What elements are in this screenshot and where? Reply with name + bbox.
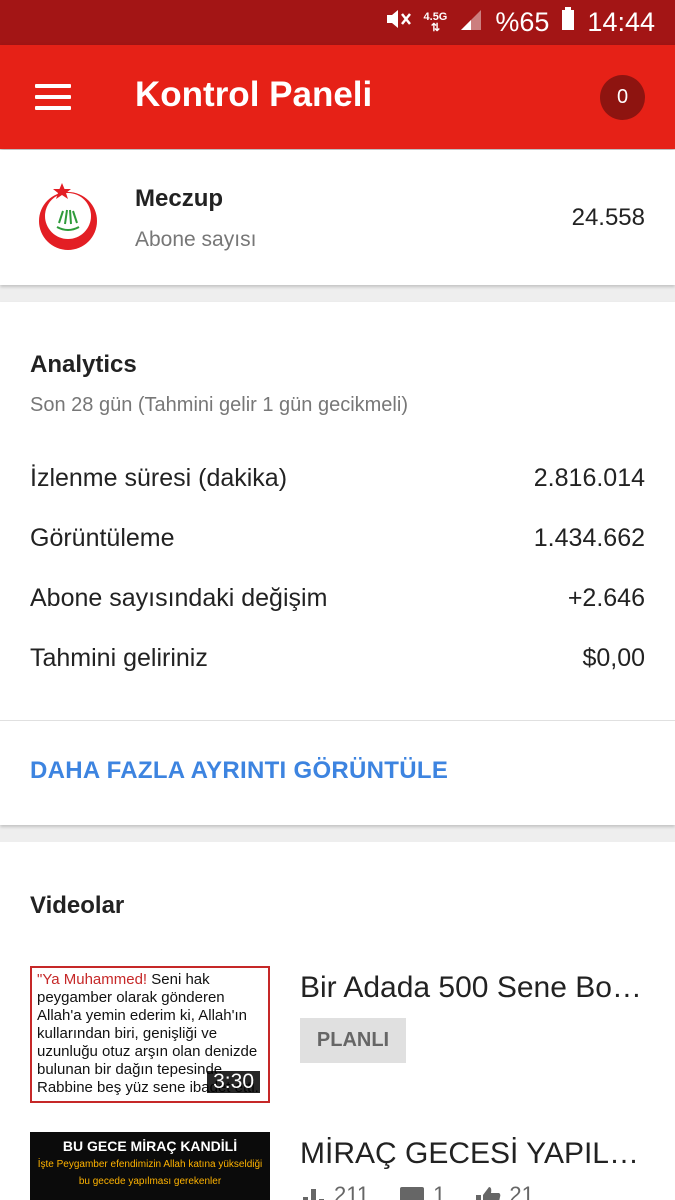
network-type: 4.5G ⇅ [423,10,448,34]
metric-revenue-value: $0,00 [582,644,645,672]
video-title[interactable]: Bir Adada 500 Sene Boy... [300,971,645,1005]
channel-name: Meczup [135,185,224,212]
status-bar: 4.5G ⇅ %65 14:44 [0,0,675,45]
battery-percent: %65 [495,7,550,37]
page-title: Kontrol Paneli [135,75,373,114]
battery-icon [561,7,575,38]
metric-subscriber-change-label: Abone sayısındaki değişim [30,584,328,612]
subscriber-label: Abone sayısı [135,228,257,251]
notification-badge[interactable]: 0 [600,75,645,120]
metric-views-label: Görüntüleme [30,524,175,552]
thumbs-up-icon [475,1185,501,1200]
thumbnail-highlight-text: "Ya Muhammed! [37,971,148,988]
analytics-subtitle: Son 28 gün (Tahmini gelir 1 gün gecikmel… [30,394,408,416]
view-more-details-link[interactable]: DAHA FAZLA AYRINTI GÖRÜNTÜLE [30,757,448,785]
signal-icon [459,7,483,38]
likes-count: 21 [509,1182,534,1200]
analytics-title: Analytics [30,351,137,378]
analytics-card [0,302,675,825]
channel-logo [35,181,101,251]
metric-subscriber-change-value: +2.646 [567,584,645,612]
mute-icon [384,6,412,39]
thumbnail-line: bu gecede yapılması gerekenler [78,1176,222,1187]
clock: 14:44 [587,7,655,37]
metric-watch-time-label: İzlenme süresi (dakika) [30,464,288,492]
video-thumbnail[interactable]: BU GECE MİRAÇ KANDİLİ İşte Peygamber efe… [30,1132,270,1200]
app-bar: Kontrol Paneli 0 [0,45,675,149]
thumbnail-line: İşte Peygamber efendimizin Allah katına … [37,1159,263,1170]
views-count: 211 [334,1182,370,1200]
thumbnail-heading: BU GECE MİRAÇ KANDİLİ [62,1138,238,1154]
video-thumbnail[interactable]: "Ya Muhammed! Seni hak peygamber olarak … [30,966,270,1103]
hamburger-menu-icon[interactable] [35,82,71,112]
scheduled-badge: PLANLI [300,1018,406,1063]
comment-icon [399,1185,425,1200]
subscriber-count: 24.558 [571,204,645,231]
video-title[interactable]: MİRAÇ GECESİ YAPILA... [300,1137,645,1171]
video-stats: 211 1 21 [300,1182,556,1200]
video-duration: 3:30 [207,1071,260,1093]
comments-count: 1 [433,1182,446,1200]
bar-chart-icon [300,1185,326,1200]
metric-revenue-label: Tahmini geliriniz [30,644,208,672]
metric-views-value: 1.434.662 [533,524,645,552]
divider [0,720,675,721]
videos-title: Videolar [30,892,125,919]
metric-watch-time-value: 2.816.014 [533,464,645,492]
